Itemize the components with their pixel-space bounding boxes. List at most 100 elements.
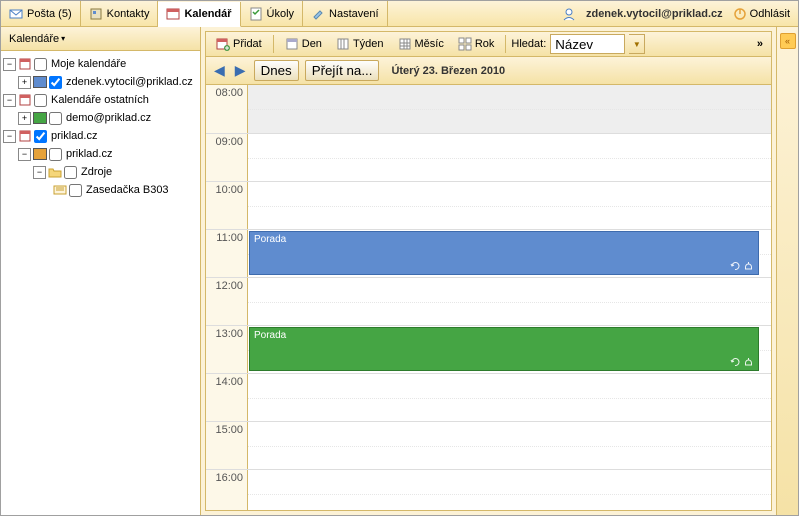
- separator: [505, 35, 506, 53]
- tab-settings[interactable]: Nastavení: [303, 1, 388, 26]
- tree-demo-cal[interactable]: + demo@priklad.cz: [3, 109, 198, 127]
- expand-toggle[interactable]: +: [18, 112, 31, 125]
- sidebar-title: Kalendáře: [9, 33, 59, 45]
- calendar-icon: [166, 7, 180, 21]
- search-dropdown[interactable]: ▼: [629, 34, 645, 54]
- tab-mail[interactable]: Pošta (5): [1, 1, 81, 26]
- cal-group-icon: [18, 58, 32, 70]
- hour-cell[interactable]: [248, 182, 771, 229]
- tree-checkbox[interactable]: [49, 112, 62, 125]
- tree-label: priklad.cz: [49, 130, 97, 142]
- collapse-bar: «: [776, 27, 798, 515]
- cal-group-icon: [18, 130, 32, 142]
- tree-room[interactable]: Zasedačka B303: [3, 181, 198, 199]
- month-button[interactable]: Měsíc: [392, 34, 450, 54]
- year-button[interactable]: Rok: [452, 34, 501, 54]
- week-button[interactable]: Týden: [330, 34, 390, 54]
- tree-label: Zdroje: [79, 166, 112, 178]
- sidebar: Kalendáře ▾ − Moje kalendáře + zdenek.vy…: [1, 27, 201, 515]
- next-button[interactable]: ▶: [233, 62, 248, 79]
- hour-label: 10:00: [206, 182, 248, 229]
- tree-checkbox[interactable]: [49, 76, 62, 89]
- tab-label: Kalendář: [184, 8, 231, 20]
- tree-checkbox[interactable]: [34, 130, 47, 143]
- hour-label: 13:00: [206, 326, 248, 373]
- tree-checkbox[interactable]: [69, 184, 82, 197]
- toolbar: Přidat Den Týden Měsíc Rok: [205, 31, 772, 57]
- day-icon: [285, 37, 299, 51]
- add-icon: [216, 37, 230, 51]
- event-porada-2[interactable]: Porada: [249, 327, 759, 371]
- hour-label: 15:00: [206, 422, 248, 469]
- sidebar-header[interactable]: Kalendáře ▾: [1, 27, 200, 51]
- hour-cell[interactable]: [248, 85, 771, 133]
- hour-label: 11:00: [206, 230, 248, 277]
- calendar-grid: 08:00 09:00 10:00 11:00 12:00 13:00 14:0…: [205, 85, 772, 511]
- tasks-icon: [249, 7, 263, 21]
- hour-cell[interactable]: [248, 374, 771, 421]
- today-button[interactable]: Dnes: [254, 60, 299, 81]
- expand-toggle[interactable]: +: [18, 76, 31, 89]
- event-title: Porada: [254, 330, 286, 341]
- tree-domain-cal[interactable]: − priklad.cz: [3, 145, 198, 163]
- color-swatch: [33, 148, 47, 160]
- separator: [273, 35, 274, 53]
- tree-checkbox[interactable]: [49, 148, 62, 161]
- dropdown-icon: ▾: [61, 34, 65, 43]
- date-bar: ◀ ▶ Dnes Přejít na... Úterý 23. Březen 2…: [205, 57, 772, 85]
- tree-my-calendars[interactable]: − Moje kalendáře: [3, 55, 198, 73]
- date-title: Úterý 23. Březen 2010: [391, 65, 505, 77]
- tree-label: priklad.cz: [64, 148, 112, 160]
- tree-label: Kalendáře ostatních: [49, 94, 149, 106]
- year-icon: [458, 37, 472, 51]
- tree-others[interactable]: − Kalendáře ostatních: [3, 91, 198, 109]
- logout-button[interactable]: Odhlásit: [733, 7, 790, 21]
- toolbar-overflow[interactable]: »: [753, 38, 767, 50]
- recurrence-icon: [730, 261, 741, 272]
- month-icon: [398, 37, 412, 51]
- folder-icon: [48, 166, 62, 178]
- expand-toggle[interactable]: −: [3, 130, 16, 143]
- day-button[interactable]: Den: [279, 34, 328, 54]
- hour-cell[interactable]: [248, 134, 771, 181]
- btn-label: Přidat: [233, 38, 262, 50]
- expand-toggle[interactable]: −: [3, 58, 16, 71]
- expand-toggle[interactable]: −: [3, 94, 16, 107]
- tree-resources[interactable]: − Zdroje: [3, 163, 198, 181]
- hour-cell[interactable]: [248, 422, 771, 469]
- event-porada-1[interactable]: Porada: [249, 231, 759, 275]
- tree-checkbox[interactable]: [34, 94, 47, 107]
- tab-tasks[interactable]: Úkoly: [241, 1, 304, 26]
- tree-label: Moje kalendáře: [49, 58, 126, 70]
- hour-label: 16:00: [206, 470, 248, 510]
- logout-label: Odhlásit: [750, 8, 790, 20]
- hour-cell[interactable]: [248, 278, 771, 325]
- tree-domain[interactable]: − priklad.cz: [3, 127, 198, 145]
- tab-label: Úkoly: [267, 8, 295, 20]
- btn-label: Měsíc: [415, 38, 444, 50]
- logout-icon: [733, 7, 747, 21]
- content: Přidat Den Týden Měsíc Rok: [201, 27, 798, 515]
- tab-calendar[interactable]: Kalendář: [158, 2, 240, 27]
- add-button[interactable]: Přidat: [210, 34, 268, 54]
- tree-user-cal[interactable]: + zdenek.vytocil@priklad.cz: [3, 73, 198, 91]
- tree-checkbox[interactable]: [64, 166, 77, 179]
- tree-checkbox[interactable]: [34, 58, 47, 71]
- tab-label: Nastavení: [329, 8, 379, 20]
- tab-label: Pošta (5): [27, 8, 72, 20]
- tab-contacts[interactable]: Kontakty: [81, 1, 159, 26]
- hour-label: 09:00: [206, 134, 248, 181]
- expand-toggle[interactable]: −: [18, 148, 31, 161]
- hour-cell[interactable]: [248, 470, 771, 510]
- hour-label: 12:00: [206, 278, 248, 325]
- expand-toggle[interactable]: −: [33, 166, 46, 179]
- calendar-scroll[interactable]: 08:00 09:00 10:00 11:00 12:00 13:00 14:0…: [206, 85, 771, 510]
- hour-label: 14:00: [206, 374, 248, 421]
- search-input[interactable]: [550, 34, 625, 54]
- user-icon: [562, 7, 576, 21]
- goto-button[interactable]: Přejít na...: [305, 60, 380, 81]
- tree-label: demo@priklad.cz: [64, 112, 151, 124]
- btn-label: Rok: [475, 38, 495, 50]
- prev-button[interactable]: ◀: [212, 62, 227, 79]
- collapse-button[interactable]: «: [780, 33, 796, 49]
